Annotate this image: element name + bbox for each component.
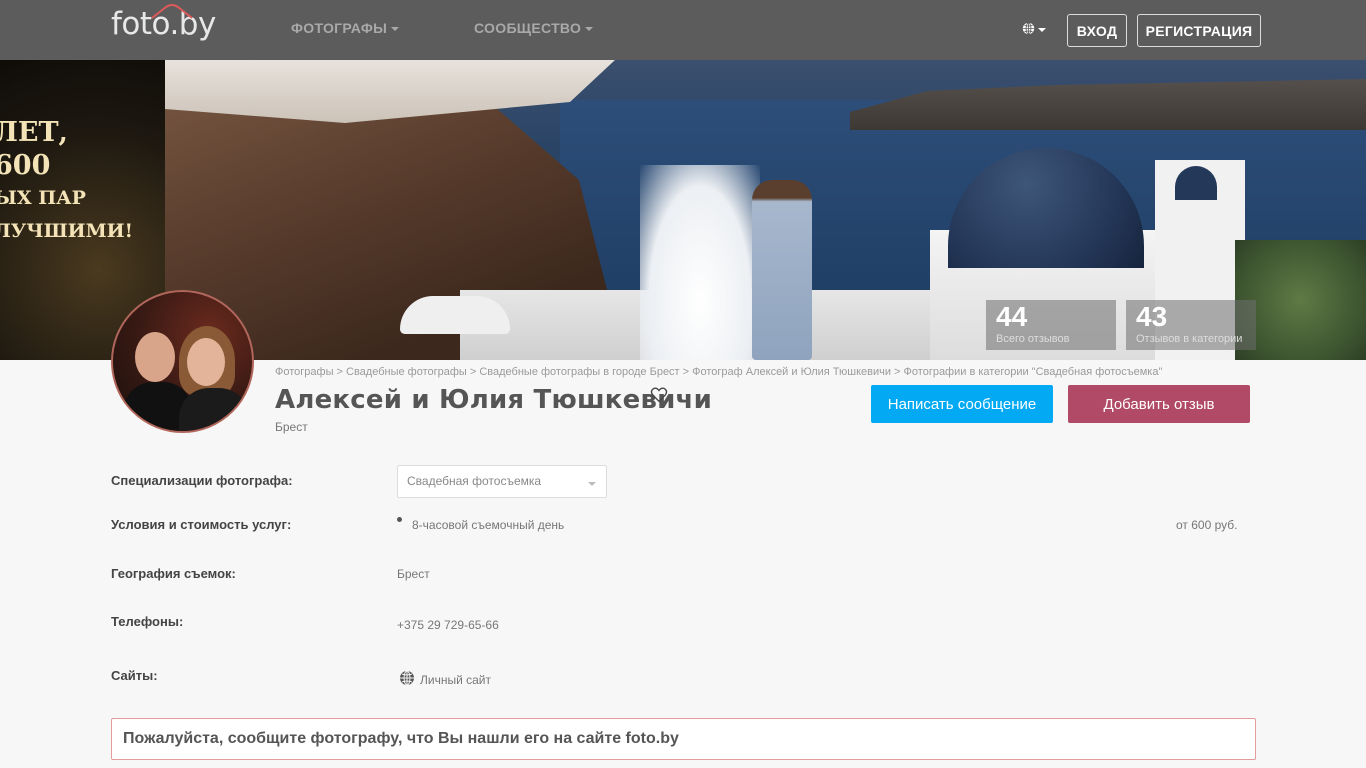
phones-label: Телефоны: <box>111 614 184 629</box>
login-button[interactable]: ВХОД <box>1067 14 1127 47</box>
notice-banner: Пожалуйста, сообщите фотографу, что Вы н… <box>111 718 1256 760</box>
groom <box>752 180 812 360</box>
total-reviews-label: Всего отзывов <box>996 333 1070 345</box>
service-item: 8-часовой съемочный день <box>412 518 565 532</box>
ad-text: ЛЕТ, 600 ЫХ ПАР ЛУЧШИМИ! <box>0 116 133 248</box>
chevron-down-icon <box>585 27 594 32</box>
sites-label: Сайты: <box>111 668 158 683</box>
nav-community-label: СООБЩЕСТВО <box>474 20 582 36</box>
chevron-down-icon <box>588 482 596 486</box>
list-bullet <box>397 517 402 522</box>
globe-icon <box>400 670 414 686</box>
page-title: Алексей и Юлия Тюшкевичи <box>275 385 712 415</box>
avatar-face-2 <box>187 338 225 386</box>
nav-photographers[interactable]: ФОТОГРАФЫ <box>291 20 400 36</box>
ad-line: ЫХ ПАР <box>0 187 86 209</box>
globe-icon <box>1022 22 1035 35</box>
total-reviews-stat[interactable]: 44 Всего отзывов <box>986 300 1116 350</box>
logo-roof-icon <box>151 4 193 19</box>
phone-value[interactable]: +375 29 729-65-66 <box>397 618 499 632</box>
ad-line: 600 <box>0 150 51 181</box>
avatar-person-2 <box>179 388 249 431</box>
write-message-button[interactable]: Написать сообщение <box>871 385 1053 423</box>
geography-value: Брест <box>397 567 430 581</box>
chevron-down-icon <box>1038 28 1046 33</box>
personal-site-link[interactable]: Личный сайт <box>420 673 491 687</box>
avatar[interactable] <box>111 290 254 433</box>
far-island <box>850 79 1366 130</box>
specialization-value: Свадебная фотосъемка <box>407 474 542 488</box>
bride <box>640 165 760 360</box>
chevron-down-icon <box>391 27 400 32</box>
specialization-select[interactable]: Свадебная фотосъемка <box>397 465 607 498</box>
profile-city: Брест <box>275 420 308 434</box>
ad-line: ЛЕТ, <box>0 117 68 148</box>
specialization-label: Специализации фотографа: <box>111 473 293 488</box>
heart-icon[interactable] <box>650 386 668 404</box>
total-reviews-count: 44 <box>996 301 1028 332</box>
ad-line: ЛУЧШИМИ! <box>0 220 133 242</box>
nav-community[interactable]: СООБЩЕСТВО <box>474 20 594 36</box>
category-reviews-stat[interactable]: 43 Отзывов в категории <box>1126 300 1256 350</box>
category-reviews-count: 43 <box>1136 301 1168 332</box>
add-review-button[interactable]: Добавить отзыв <box>1068 385 1250 423</box>
avatar-face-1 <box>135 332 175 382</box>
conditions-label: Условия и стоимость услуг: <box>111 517 292 532</box>
nav-photographers-label: ФОТОГРАФЫ <box>291 20 388 36</box>
top-navbar: foto.by ФОТОГРАФЫ СООБЩЕСТВО ВХОД РЕГИСТ… <box>0 0 1366 60</box>
register-button[interactable]: РЕГИСТРАЦИЯ <box>1137 14 1261 47</box>
language-selector[interactable] <box>1022 21 1048 39</box>
bell-dome <box>1175 166 1217 200</box>
geography-label: География съемок: <box>111 566 236 581</box>
umbrella <box>400 296 510 334</box>
breadcrumb[interactable]: Фотографы > Свадебные фотографы > Свадеб… <box>275 366 1162 378</box>
service-price: от 600 руб. <box>1176 518 1238 532</box>
category-reviews-label: Отзывов в категории <box>1136 333 1243 345</box>
